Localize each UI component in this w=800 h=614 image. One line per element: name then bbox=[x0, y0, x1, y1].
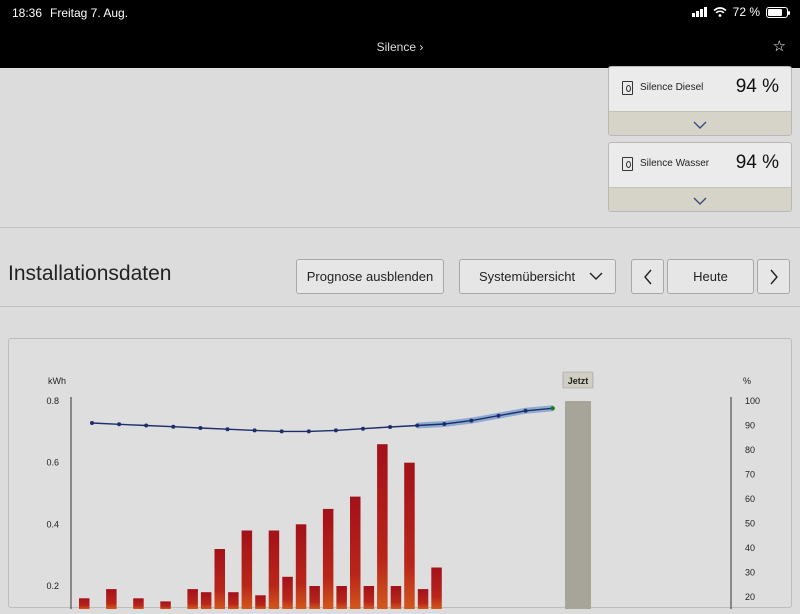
soc-point bbox=[415, 423, 420, 428]
expand-tank-button[interactable] bbox=[609, 111, 791, 135]
left-axis-unit: kWh bbox=[48, 376, 66, 386]
signal-icon bbox=[691, 7, 707, 17]
chevron-down-icon bbox=[693, 197, 707, 205]
left-axis-tick-label: 0.8 bbox=[46, 396, 59, 406]
chevron-right-icon: › bbox=[419, 40, 424, 54]
energy-bar bbox=[336, 586, 347, 609]
section-title: Installationsdaten bbox=[8, 262, 172, 285]
view-select[interactable]: Systemübersicht bbox=[459, 259, 616, 294]
energy-bar bbox=[282, 576, 293, 609]
wifi-icon bbox=[713, 7, 727, 17]
nav-bar: Silence › ☆ bbox=[0, 26, 800, 68]
tank-card-diesel: Silence Diesel 94 % bbox=[608, 66, 792, 136]
energy-bar bbox=[404, 462, 415, 609]
soc-point bbox=[361, 426, 365, 431]
battery-fill bbox=[768, 8, 782, 16]
energy-bar bbox=[350, 496, 361, 609]
previous-day-button[interactable] bbox=[631, 259, 664, 294]
soc-point bbox=[469, 418, 474, 423]
energy-bar bbox=[160, 601, 171, 609]
divider bbox=[0, 227, 800, 228]
next-day-button[interactable] bbox=[757, 259, 790, 294]
nav-title[interactable]: Silence › bbox=[0, 40, 800, 54]
chevron-left-icon bbox=[643, 269, 652, 284]
energy-bar bbox=[390, 586, 402, 609]
right-axis-tick-label: 90 bbox=[745, 421, 755, 431]
soc-point bbox=[333, 428, 338, 433]
soc-point bbox=[252, 428, 257, 433]
battery-icon bbox=[766, 6, 790, 18]
energy-bar bbox=[106, 589, 117, 609]
right-axis-tick-label: 20 bbox=[745, 592, 755, 602]
energy-bar bbox=[214, 549, 225, 609]
right-axis-tick-label: 100 bbox=[745, 396, 760, 406]
soc-point bbox=[306, 429, 311, 434]
soc-point bbox=[523, 408, 528, 413]
chevron-right-icon bbox=[769, 269, 778, 284]
energy-bar bbox=[255, 595, 266, 610]
soc-point bbox=[171, 424, 176, 429]
tank-level: 94 % bbox=[735, 76, 779, 97]
now-band bbox=[565, 401, 591, 611]
tank-name: Silence Wasser bbox=[640, 158, 710, 169]
energy-bar bbox=[268, 530, 280, 609]
right-axis-tick-label: 80 bbox=[745, 445, 755, 455]
soc-point bbox=[442, 422, 447, 426]
energy-bar bbox=[431, 567, 442, 609]
soc-point bbox=[90, 421, 94, 425]
status-bar: 18:36 Freitag 7. Aug. 72 % bbox=[0, 0, 800, 26]
chevron-down-icon bbox=[693, 121, 707, 129]
now-label: Jetzt bbox=[568, 376, 589, 386]
right-axis-tick-label: 70 bbox=[745, 470, 755, 480]
right-axis-unit: % bbox=[743, 376, 751, 386]
expand-tank-button[interactable] bbox=[609, 187, 791, 211]
soc-point bbox=[550, 406, 555, 411]
status-date: Freitag 7. Aug. bbox=[50, 6, 129, 20]
soc-point bbox=[225, 427, 230, 432]
status-indicators: 72 % bbox=[691, 5, 790, 19]
left-axis-tick-label: 0.2 bbox=[46, 581, 59, 591]
soc-point bbox=[388, 425, 393, 429]
today-button[interactable]: Heute bbox=[667, 259, 754, 294]
energy-bar bbox=[377, 444, 388, 609]
energy-bar bbox=[417, 589, 429, 609]
right-axis-tick-label: 60 bbox=[745, 494, 755, 504]
tank-name: Silence Diesel bbox=[640, 82, 704, 93]
view-select-value: Systemübersicht bbox=[479, 269, 576, 284]
right-axis-tick-label: 50 bbox=[745, 519, 755, 529]
soc-point bbox=[144, 423, 149, 428]
soc-point bbox=[279, 429, 284, 434]
nav-title-label: Silence bbox=[376, 40, 416, 54]
energy-bar bbox=[228, 592, 239, 609]
prognose-toggle-button[interactable]: Prognose ausblenden bbox=[296, 259, 444, 294]
installation-chart: kWh % 0.8 0.6 0.4 0.2 100 90 80 70 60 50 40 30 20 J… bbox=[46, 371, 760, 611]
soc-point bbox=[117, 422, 122, 427]
energy-bar bbox=[241, 530, 253, 609]
energy-bar bbox=[187, 589, 198, 609]
battery-percent: 72 % bbox=[732, 5, 760, 19]
energy-bar bbox=[295, 524, 307, 609]
status-time: 18:36 bbox=[12, 6, 43, 20]
divider bbox=[0, 306, 800, 307]
left-axis-tick-label: 0.6 bbox=[46, 458, 59, 468]
energy-bar bbox=[200, 592, 212, 609]
chart-card: kWh % 0.8 0.6 0.4 0.2 100 90 80 70 60 50 40 30 20 J… bbox=[8, 338, 792, 611]
star-icon[interactable]: ☆ bbox=[773, 37, 786, 55]
soc-point bbox=[198, 426, 203, 430]
right-axis-tick-label: 30 bbox=[745, 568, 755, 578]
right-axis-tick-label: 40 bbox=[745, 543, 755, 553]
chevron-down-icon bbox=[589, 272, 603, 280]
energy-bar bbox=[309, 586, 320, 609]
energy-bar bbox=[363, 586, 375, 609]
tank-icon bbox=[622, 157, 633, 171]
tank-level: 94 % bbox=[735, 152, 779, 173]
tank-card-wasser: Silence Wasser 94 % bbox=[608, 142, 792, 212]
soc-point bbox=[496, 413, 501, 418]
tank-icon bbox=[622, 81, 633, 95]
energy-bar bbox=[322, 508, 334, 609]
left-axis-tick-label: 0.4 bbox=[46, 519, 59, 529]
